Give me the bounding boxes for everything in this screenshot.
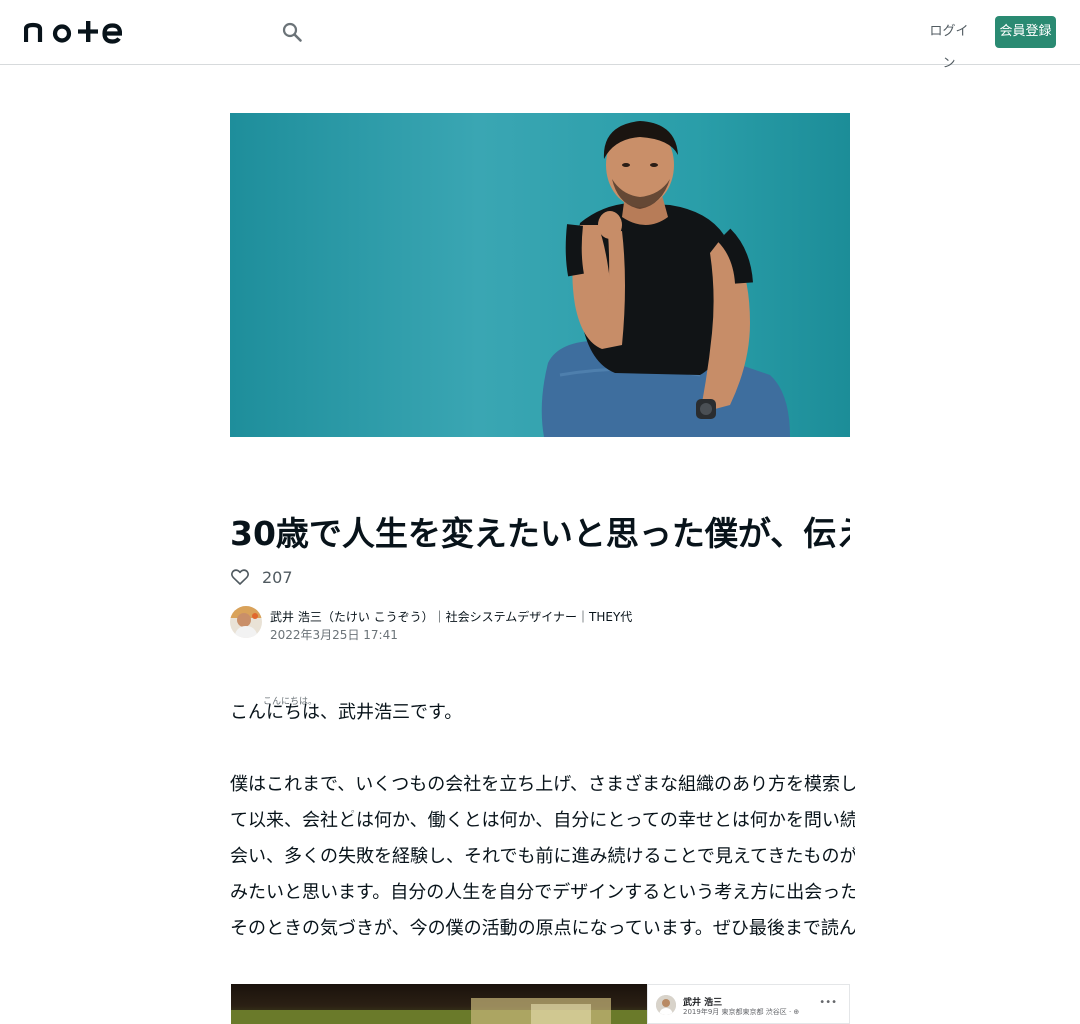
author-name[interactable]: 武井 浩三（たけい こうぞう）｜社会システムデザイナー｜THEY代: [270, 608, 632, 625]
like-count: 207: [262, 567, 293, 587]
signup-button[interactable]: 会員登録: [995, 16, 1056, 48]
author-info: 武井 浩三（たけい こうぞう）｜社会システムデザイナー｜THEY代 2022年3…: [230, 606, 850, 642]
body-line: て以来、会社とは何か、働くとは何か、自分にとっての幸せとは何かを問い続けてきたと…: [230, 810, 855, 831]
body-line: 会い、多くの失敗を経験し、それでも前に進み続けることで見えてきたものがあります。…: [230, 846, 855, 867]
post-date: 2022年3月25日 17:41: [270, 628, 398, 642]
hero-image: [230, 113, 850, 437]
login-link[interactable]: ログイン: [924, 16, 974, 71]
site-header: ログイン 会員登録: [0, 0, 1080, 71]
avatar[interactable]: [230, 606, 262, 638]
heart-icon[interactable]: [230, 567, 250, 587]
search-icon[interactable]: [281, 21, 303, 43]
avatar: [656, 995, 676, 1015]
more-icon[interactable]: •••: [819, 997, 837, 1008]
embedded-photo: [231, 984, 647, 1024]
body-line: 僕はこれまで、いくつもの会社を立ち上げ、さまざまな組織のあり方を模索してきました…: [230, 774, 855, 795]
lead-paragraph: こんにちは、武井浩三です。: [230, 702, 463, 723]
note-logo[interactable]: [24, 20, 122, 44]
body-line: そのときの気づきが、今の僕の活動の原点になっています。ぜひ最後まで読んでいただけ…: [230, 918, 855, 939]
body-line: みたいと思います。自分の人生を自分でデザインするという考え方に出会ったのは、ちょ…: [230, 882, 855, 903]
embedded-post: 武井 浩三 2019年9月 東京都東京都 渋谷区 · ⊕ •••: [647, 984, 850, 1024]
post-meta: 2019年9月 東京都東京都 渋谷区 · ⊕: [683, 1008, 800, 1016]
like-row: 207: [230, 564, 293, 590]
article-title: 30歳で人生を変えたいと思った僕が、伝えたいこと: [230, 514, 850, 553]
